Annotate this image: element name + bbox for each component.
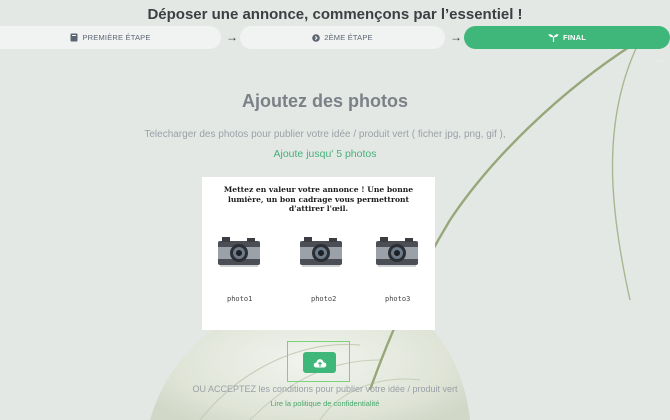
camera-icon[interactable] (217, 235, 261, 269)
step-second-label: 2ÈME ÉTAPE (324, 33, 373, 42)
privacy-policy-link[interactable]: Lire la politique de confidentialité (0, 399, 650, 408)
upload-button[interactable] (303, 352, 336, 373)
photo-card: Mettez en valeur votre annonce ! Une bon… (202, 177, 435, 330)
camera-icon[interactable] (299, 235, 343, 269)
camera-icon[interactable] (375, 235, 419, 269)
photo-label: photo3 (385, 295, 411, 303)
book-icon (70, 33, 78, 42)
section-title: Ajoutez des photos (242, 91, 408, 111)
step-first[interactable]: PREMIÈRE ÉTAPE (0, 26, 221, 49)
cloud-upload-icon (313, 358, 326, 367)
upload-limit-text: Ajoute jusqu' 5 photos (273, 148, 377, 160)
card-tip-text: Mettez en valeur votre annonce ! Une bon… (223, 185, 414, 213)
conditions-text: OU ACCEPTEZ les conditions pour publier … (192, 384, 458, 394)
page-title: Déposer une annonce, commençons par l’es… (147, 6, 523, 23)
arrow-right-icon: → (450, 30, 462, 44)
arrow-right-icon: → (226, 30, 238, 44)
photo-label: photo2 (311, 295, 337, 303)
chevron-circle-icon (312, 33, 321, 42)
step-final[interactable]: FINAL (464, 26, 670, 49)
sprout-icon (548, 33, 559, 42)
step-final-label: FINAL (562, 33, 587, 42)
step-second[interactable]: 2ÈME ÉTAPE (240, 26, 445, 49)
dots-decoration: ··· (656, 58, 666, 65)
upload-description: Telecharger des photos pour publier votr… (144, 129, 506, 140)
step-first-label: PREMIÈRE ÉTAPE (82, 33, 151, 42)
photo-label: photo1 (227, 295, 253, 303)
